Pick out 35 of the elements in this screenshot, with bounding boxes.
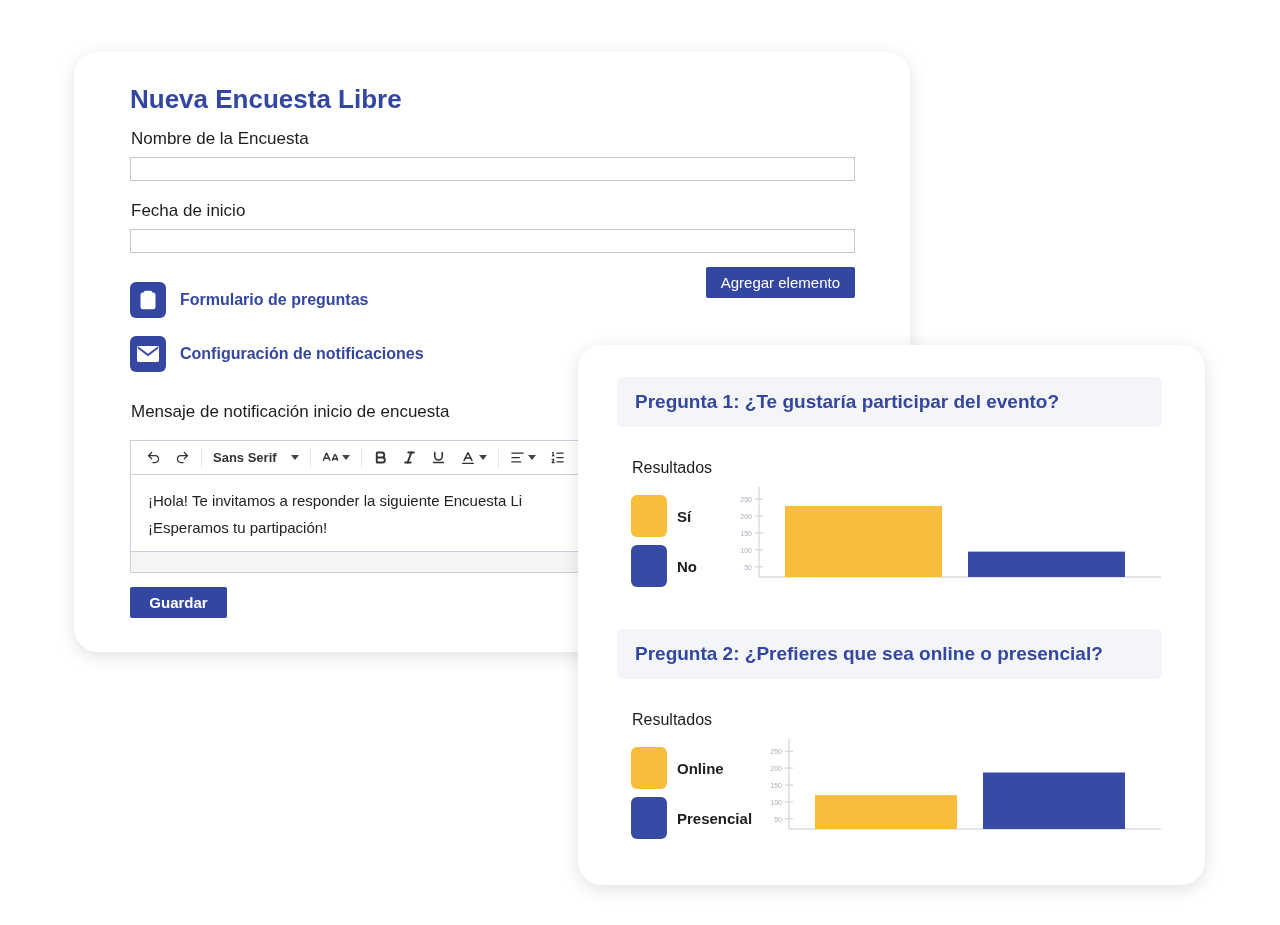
- mail-icon: [130, 336, 166, 372]
- align-left-icon: [510, 450, 525, 465]
- results-label: Resultados: [632, 459, 713, 477]
- caret-icon: [342, 455, 350, 460]
- clipboard-icon: [130, 282, 166, 318]
- legend-label: Sí: [677, 507, 692, 525]
- bold-icon: [373, 450, 388, 465]
- ordered-list-icon: [550, 450, 565, 465]
- input-field[interactable]: [130, 229, 855, 253]
- section-link[interactable]: Configuración de notificaciones: [180, 345, 424, 363]
- text-color-icon: [460, 449, 476, 466]
- italic-icon: [402, 450, 417, 465]
- font-dropdown[interactable]: Sans Serif: [208, 448, 304, 467]
- message-text: ¡Esperamos tu partipación!: [148, 518, 328, 538]
- editor-label: Mensaje de notificación inicio de encuesta: [131, 402, 450, 422]
- section-link[interactable]: Formulario de preguntas: [180, 291, 369, 309]
- field-label: Fecha de inicio: [131, 201, 246, 221]
- field-label: Nombre de la Encuesta: [131, 129, 309, 149]
- question-title: Pregunta 2: ¿Prefieres que sea online o presencial?: [635, 643, 1103, 665]
- caret-icon: [479, 455, 487, 460]
- input-field[interactable]: [130, 157, 855, 181]
- caret-icon: [528, 455, 536, 460]
- undo-icon: [146, 450, 161, 465]
- legend-label: Presencial: [677, 809, 753, 827]
- save-button[interactable]: Guardar: [130, 587, 227, 618]
- message-text: ¡Hola! Te invitamos a responder la siguiente Encuesta Li: [148, 491, 523, 511]
- caret-icon: [291, 455, 299, 460]
- form-title: Nueva Encuesta Libre: [130, 84, 402, 115]
- legend-label: No: [677, 557, 697, 575]
- legend-label: Online: [677, 759, 724, 777]
- add-element-button[interactable]: Agregar elemento: [705, 267, 855, 298]
- question-title: Pregunta 1: ¿Te gustaría participar del evento?: [635, 391, 1060, 413]
- redo-icon: [175, 450, 190, 465]
- results-label: Resultados: [632, 711, 713, 729]
- underline-icon: [431, 450, 446, 465]
